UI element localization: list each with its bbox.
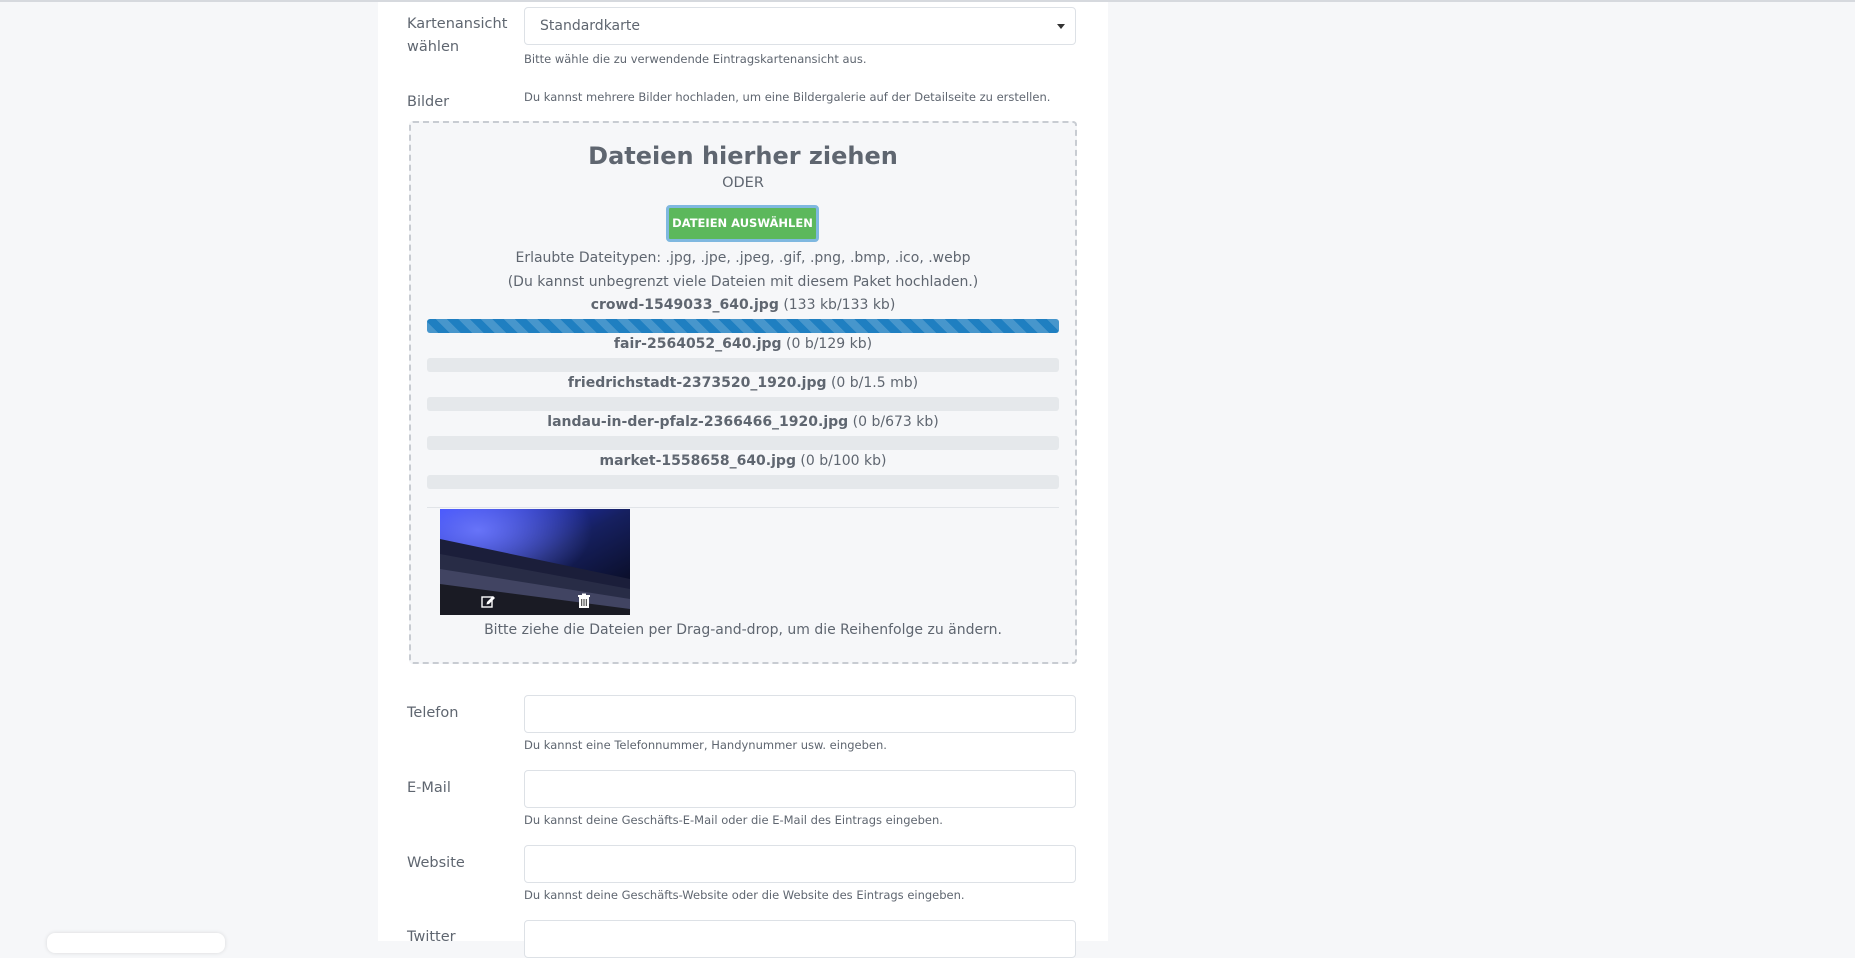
crowd-photo-image <box>440 509 630 615</box>
email-input[interactable] <box>524 770 1076 808</box>
map-view-selected-value: Standardkarte <box>540 18 640 34</box>
phone-input[interactable] <box>524 695 1076 733</box>
dropzone-or: ODER <box>722 175 764 191</box>
uploaded-image-thumbnail[interactable] <box>440 509 630 615</box>
map-view-help: Bitte wähle die zu verwendende Eintragsk… <box>524 52 867 66</box>
floating-widget[interactable] <box>47 933 225 953</box>
website-help: Du kannst deine Geschäfts-Website oder d… <box>524 888 965 902</box>
twitter-label: Twitter <box>407 929 456 945</box>
upload-progress-bar <box>427 358 1059 372</box>
email-label: E-Mail <box>407 780 451 796</box>
map-view-label: Kartenansicht wählen <box>407 13 507 59</box>
website-label: Website <box>407 855 465 871</box>
file-name-text: crowd-1549033_640.jpg <box>590 297 779 313</box>
edit-icon[interactable] <box>479 593 497 611</box>
upload-progress-bar <box>427 436 1059 450</box>
trash-icon[interactable] <box>575 593 593 611</box>
email-help: Du kannst deine Geschäfts-E-Mail oder di… <box>524 813 943 827</box>
dropzone-title: Dateien hierher ziehen <box>588 142 898 170</box>
allowed-file-types: Erlaubte Dateitypen: .jpg, .jpe, .jpeg, … <box>515 250 971 266</box>
file-name-text: friedrichstadt-2373520_1920.jpg <box>567 375 827 391</box>
map-view-label-line1: Kartenansicht <box>407 16 508 32</box>
file-size-text: (133 kb/133 kb) <box>783 297 896 313</box>
twitter-input[interactable] <box>524 920 1076 958</box>
file-size-text: (0 b/1.5 mb) <box>830 375 919 391</box>
website-input[interactable] <box>524 845 1076 883</box>
upload-progress-fill <box>427 319 1059 333</box>
file-size-text: (0 b/100 kb) <box>800 453 887 469</box>
upload-progress-bar <box>427 319 1059 333</box>
upload-limit-note: (Du kannst unbegrenzt viele Dateien mit … <box>507 274 979 290</box>
phone-label: Telefon <box>407 705 459 721</box>
map-view-label-line2: wählen <box>407 39 460 55</box>
caret-down-icon <box>1057 24 1065 29</box>
file-name-text: landau-in-der-pfalz-2366466_1920.jpg <box>547 414 849 430</box>
reorder-hint: Bitte ziehe die Dateien per Drag-and-dro… <box>484 622 1002 638</box>
upload-progress-bar <box>427 397 1059 411</box>
upload-file-name: market-1558658_640.jpg (0 b/100 kb) <box>411 453 1075 469</box>
file-size-text: (0 b/673 kb) <box>852 414 939 430</box>
file-name-text: fair-2564052_640.jpg <box>613 336 782 352</box>
phone-help: Du kannst eine Telefonnummer, Handynumme… <box>524 738 887 752</box>
image-dropzone[interactable]: Dateien hierher ziehen ODER DATEIEN AUSW… <box>409 121 1077 664</box>
images-help: Du kannst mehrere Bilder hochladen, um e… <box>524 90 1051 104</box>
dropzone-separator <box>427 507 1059 508</box>
upload-file-name: crowd-1549033_640.jpg (133 kb/133 kb) <box>411 297 1075 313</box>
upload-progress-bar <box>427 475 1059 489</box>
select-files-button[interactable]: DATEIEN AUSWÄHLEN <box>666 205 819 242</box>
map-view-select[interactable]: Standardkarte <box>524 7 1076 45</box>
upload-file-name: landau-in-der-pfalz-2366466_1920.jpg (0 … <box>411 414 1075 430</box>
upload-file-name: friedrichstadt-2373520_1920.jpg (0 b/1.5… <box>411 375 1075 391</box>
file-name-text: market-1558658_640.jpg <box>599 453 796 469</box>
file-size-text: (0 b/129 kb) <box>786 336 873 352</box>
images-label: Bilder <box>407 94 450 110</box>
upload-file-name: fair-2564052_640.jpg (0 b/129 kb) <box>411 336 1075 352</box>
